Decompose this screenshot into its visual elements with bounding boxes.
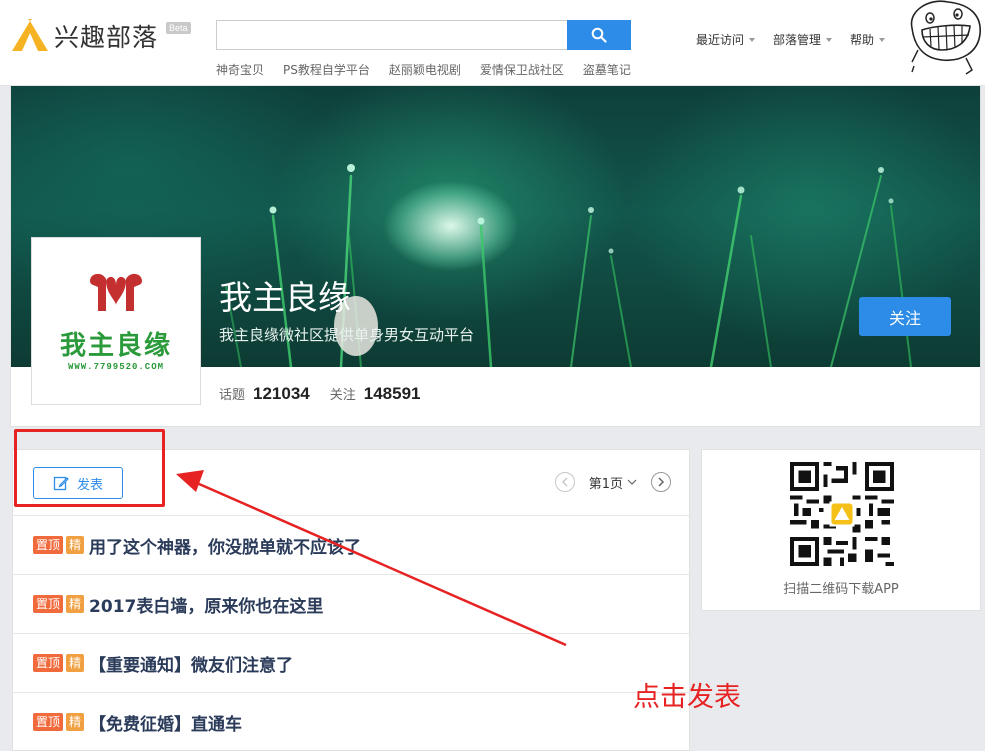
tribe-avatar: 我主良缘 WWW.7799520.COM xyxy=(31,237,201,405)
topic-title[interactable]: 【重要通知】微友们注意了 xyxy=(89,651,293,676)
pinned-badge: 置顶 xyxy=(33,713,64,731)
tribe-logo-name: 我主良缘 xyxy=(59,330,172,361)
hot-link[interactable]: 盗墓笔记 xyxy=(583,61,631,78)
stat-topics-label: 话题 xyxy=(219,388,246,403)
search-input[interactable] xyxy=(216,20,568,50)
essence-badge: 精 xyxy=(66,654,85,672)
search-button[interactable] xyxy=(567,20,631,50)
beta-badge: Beta xyxy=(166,22,191,34)
topic-row[interactable]: 置顶 精 【重要通知】微友们注意了 xyxy=(13,634,689,693)
page-label: 第1页 xyxy=(588,476,623,492)
tribe-description: 我主良缘微社区提供单身男女互动平台 xyxy=(219,326,475,344)
hot-link[interactable]: PS教程自学平台 xyxy=(283,61,370,78)
chevron-down-icon xyxy=(879,37,886,42)
chevron-left-icon xyxy=(561,477,568,487)
stat-topics-value: 121034 xyxy=(253,384,310,403)
hot-link[interactable]: 爱情保卫战社区 xyxy=(480,61,564,78)
pinned-badge: 置顶 xyxy=(33,654,64,672)
nav-recent-visits[interactable]: 最近访问 xyxy=(696,31,756,48)
topic-row[interactable]: 置顶 精 2017表白墙，原来你也在这里 xyxy=(13,575,689,634)
essence-badge: 精 xyxy=(66,713,85,731)
annotation-highlight-box xyxy=(14,429,165,507)
qr-code-icon[interactable] xyxy=(790,462,894,566)
chevron-down-icon xyxy=(826,37,833,42)
topic-row[interactable]: 置顶 精 用了这个神器，你没脱单就不应该了 xyxy=(13,516,689,575)
search-icon xyxy=(591,27,607,43)
top-header: 兴趣部落 Beta 神奇宝贝 PS教程自学平台 赵丽颖电视剧 爱情保卫战社区 盗… xyxy=(0,0,985,86)
app-download-card: 扫描二维码下载APP xyxy=(701,449,981,611)
tribe-header-card: 我主良缘 WWW.7799520.COM 我主良缘 我主良缘微社区提供单身男女互… xyxy=(10,86,981,427)
nav-help[interactable]: 帮助 xyxy=(850,31,886,48)
hot-link[interactable]: 赵丽颖电视剧 xyxy=(389,61,461,78)
grinning-face-doodle-icon xyxy=(910,0,981,75)
essence-badge: 精 xyxy=(66,536,85,554)
site-logo[interactable]: 兴趣部落 xyxy=(10,16,158,56)
nav-label: 最近访问 xyxy=(696,33,745,47)
next-page-button[interactable] xyxy=(651,472,671,492)
site-name: 兴趣部落 xyxy=(54,23,159,52)
page-selector[interactable]: 第1页 xyxy=(589,473,637,492)
topic-title[interactable]: 2017表白墙，原来你也在这里 xyxy=(89,592,323,617)
essence-badge: 精 xyxy=(66,595,85,613)
nav-label: 帮助 xyxy=(850,33,875,47)
tribe-logo-url: WWW.7799520.COM xyxy=(67,361,164,372)
chevron-right-icon xyxy=(658,477,665,487)
tribe-stats: 话题 121034 关注 148591 xyxy=(219,384,441,404)
topic-row[interactable]: 置顶 精 【免费征婚】直通车 xyxy=(13,693,689,750)
pinned-badge: 置顶 xyxy=(33,536,64,554)
chevron-down-icon xyxy=(749,37,756,42)
follow-button[interactable]: 关注 xyxy=(859,297,951,336)
tent-logo-icon xyxy=(12,19,48,51)
pagination: 第1页 xyxy=(554,472,671,492)
pinned-badge: 置顶 xyxy=(33,595,64,613)
top-nav: 最近访问 部落管理 帮助 xyxy=(696,31,886,48)
chevron-down-icon xyxy=(627,479,637,485)
topic-title[interactable]: 【免费征婚】直通车 xyxy=(89,710,242,735)
nav-label: 部落管理 xyxy=(773,33,822,47)
annotation-label: 点击发表 xyxy=(633,682,741,713)
hot-search-links: 神奇宝贝 PS教程自学平台 赵丽颖电视剧 爱情保卫战社区 盗墓笔记 xyxy=(216,61,631,78)
hot-link[interactable]: 神奇宝贝 xyxy=(216,61,264,78)
stat-followers-label: 关注 xyxy=(329,388,356,403)
qr-caption: 扫描二维码下载APP xyxy=(783,582,899,597)
topic-title[interactable]: 用了这个神器，你没脱单就不应该了 xyxy=(89,533,361,558)
heart-logo-icon xyxy=(90,273,142,311)
nav-tribe-manage[interactable]: 部落管理 xyxy=(773,31,833,48)
prev-page-button[interactable] xyxy=(554,472,575,492)
tribe-title: 我主良缘 xyxy=(219,278,351,317)
stat-followers-value: 148591 xyxy=(363,384,421,403)
